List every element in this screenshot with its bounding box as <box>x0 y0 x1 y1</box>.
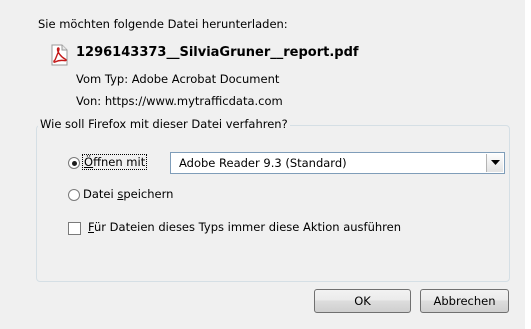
file-type-value: Adobe Acrobat Document <box>131 72 280 86</box>
always-do-label[interactable]: Für Dateien dieses Typs immer diese Akti… <box>88 220 401 234</box>
open-with-radio[interactable] <box>68 157 80 169</box>
application-select-value: Adobe Reader 9.3 (Standard) <box>179 156 347 170</box>
window-edge <box>525 0 531 329</box>
ok-button[interactable]: OK <box>314 289 411 313</box>
pdf-file-icon <box>50 44 69 66</box>
file-name: 1296143373__SilviaGruner__report.pdf <box>76 45 359 60</box>
application-select[interactable]: Adobe Reader 9.3 (Standard) <box>170 152 505 174</box>
action-group-legend: Wie soll Firefox mit dieser Datei verfah… <box>38 117 290 131</box>
save-file-label[interactable]: Datei speichern <box>83 187 173 201</box>
file-type-label: Vom Typ: <box>76 72 129 86</box>
intro-text: Sie möchten folgende Datei herunterladen… <box>38 17 288 31</box>
dropdown-arrow-icon[interactable] <box>486 154 503 172</box>
file-source-value: https://www.mytrafficdata.com <box>104 94 283 108</box>
file-source-label: Von: <box>76 94 102 108</box>
save-file-radio[interactable] <box>68 189 80 201</box>
file-source-line: Von: https://www.mytrafficdata.com <box>76 94 283 108</box>
download-dialog: Sie möchten folgende Datei herunterladen… <box>0 0 531 329</box>
cancel-button[interactable]: Abbrechen <box>420 289 509 313</box>
file-type-line: Vom Typ: Adobe Acrobat Document <box>76 72 279 86</box>
action-groupbox <box>36 125 510 282</box>
open-with-label[interactable]: Öffnen mit <box>81 154 148 170</box>
always-do-checkbox[interactable] <box>68 222 81 235</box>
